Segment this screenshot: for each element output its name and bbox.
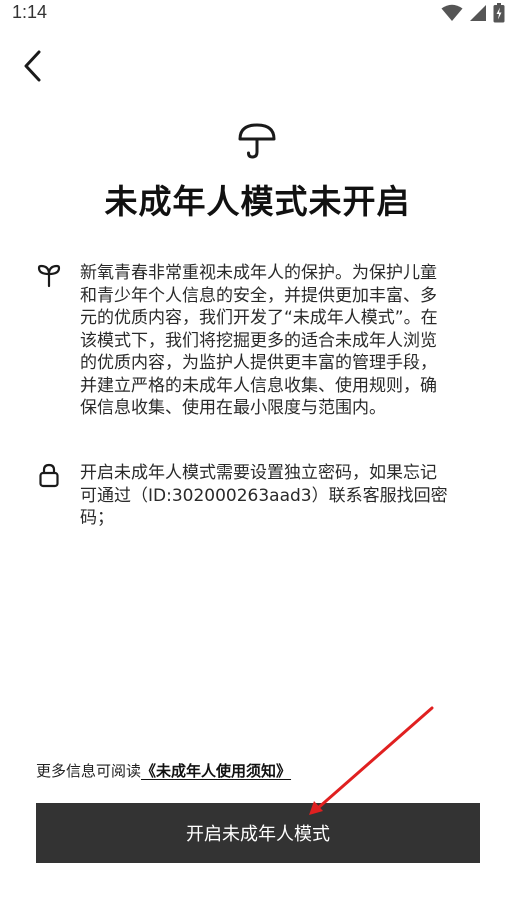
privacy-info-text: 新氧青春非常重视未成年人的保护。为保护儿童 和青少年个人信息的安全，并提供更加丰… bbox=[80, 263, 438, 418]
status-time: 1:14 bbox=[12, 2, 48, 22]
footer-note: 更多信息可阅读《未成年人使用须知》 bbox=[36, 760, 291, 781]
page-title: 未成年人模式未开启 bbox=[104, 182, 411, 221]
password-info-text: 开启未成年人模式需要设置独立密码，如果忘记 可通过（ID:302000263aa… bbox=[80, 463, 448, 528]
umbrella-icon bbox=[238, 123, 276, 159]
sprout-icon bbox=[37, 264, 61, 288]
footer-note-prefix: 更多信息可阅读 bbox=[36, 762, 142, 780]
cellular-signal-icon bbox=[470, 5, 486, 21]
lock-icon bbox=[39, 463, 59, 488]
enable-minor-mode-button[interactable]: 开启未成年人模式 bbox=[36, 803, 480, 863]
minor-usage-notice-link[interactable]: 《未成年人使用须知》 bbox=[141, 762, 291, 780]
chevron-left-icon bbox=[24, 50, 41, 82]
status-bar: 1:14 bbox=[0, 0, 515, 26]
battery-charging-icon bbox=[493, 3, 505, 23]
wifi-icon bbox=[441, 4, 463, 21]
back-button[interactable] bbox=[14, 44, 50, 88]
status-icons bbox=[441, 3, 505, 23]
